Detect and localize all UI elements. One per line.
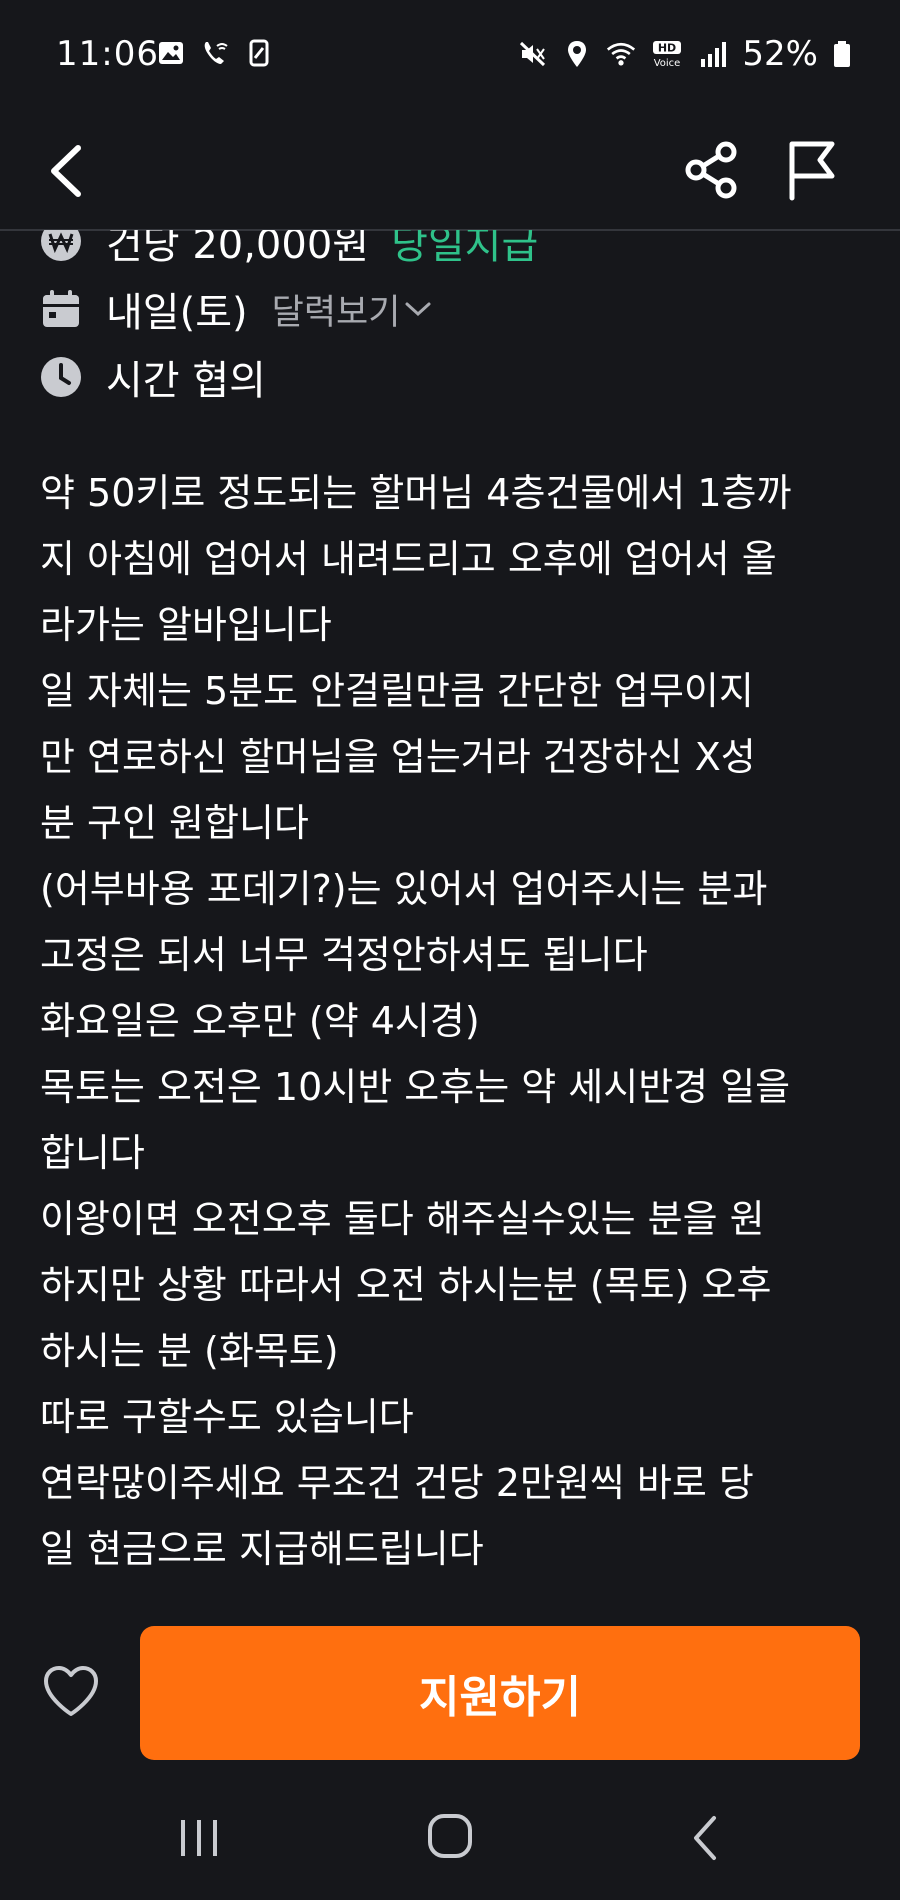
time-text: 시간 협의 — [106, 358, 266, 404]
description-line: 지 아침에 업어서 내려드리고 오후에 업어서 올 — [40, 537, 777, 581]
description-line: 일 현금으로 지급해드립니다 — [40, 1527, 484, 1571]
date-row: 내일(토) 달력보기 — [40, 280, 432, 338]
location-icon — [568, 41, 587, 67]
system-back-button[interactable] — [686, 1812, 726, 1864]
status-right: HD Voice 52% — [518, 34, 852, 74]
hd-voice-icon: HD Voice — [653, 41, 682, 69]
bottom-action-bar: 지원하기 — [0, 1610, 900, 1760]
description-line: 고정은 되서 너무 걱정안하셔도 됩니다 — [40, 933, 648, 977]
system-back-icon — [694, 1816, 716, 1860]
status-left-icons — [156, 38, 274, 68]
heart-icon — [44, 1666, 98, 1716]
recents-button[interactable] — [176, 1814, 222, 1862]
signal-icon — [701, 42, 727, 67]
mute-icon — [520, 41, 546, 67]
sim-icon — [249, 39, 269, 67]
date-text: 내일(토) — [106, 290, 248, 336]
calendar-link[interactable]: 달력보기 — [272, 284, 433, 335]
home-button[interactable] — [424, 1810, 476, 1862]
calendar-icon — [40, 288, 82, 330]
back-arrow-icon — [51, 145, 81, 197]
battery-percent: 52% — [742, 34, 818, 74]
apply-button[interactable]: 지원하기 — [140, 1626, 860, 1760]
time-row: 시간 협의 — [40, 348, 266, 406]
recents-icon — [181, 1820, 217, 1856]
clock-icon — [40, 356, 82, 398]
battery-icon — [834, 41, 850, 67]
hd-voice-top: HD — [658, 42, 676, 55]
back-button[interactable] — [40, 136, 96, 206]
app-bar — [0, 110, 900, 230]
status-bar: 11:06 HD Voice 52% — [0, 0, 900, 110]
hd-voice-bottom: Voice — [654, 58, 681, 69]
description-line: 라가는 알바입니다 — [40, 603, 332, 647]
report-button[interactable] — [780, 134, 844, 206]
description-line: 연락많이주세요 무조건 건당 2만원씩 바로 당 — [40, 1461, 754, 1505]
description-line: 합니다 — [40, 1131, 145, 1175]
description-line: 분 구인 원합니다 — [40, 801, 309, 845]
description-line: 일 자체는 5분도 안걸릴만큼 간단한 업무이지 — [40, 669, 754, 713]
share-icon — [685, 141, 737, 199]
description-line: (어부바용 포데기?)는 있어서 업어주시는 분과 — [40, 867, 768, 911]
status-time: 11:06 — [56, 34, 159, 74]
like-button[interactable] — [40, 1660, 102, 1722]
calendar-link-label: 달력보기 — [271, 292, 401, 333]
wifi-call-icon — [204, 42, 228, 64]
chevron-down-icon — [405, 302, 431, 317]
wifi-icon — [607, 42, 636, 66]
description-line: 하지만 상황 따라서 오전 하시는분 (목토) 오후 — [40, 1263, 772, 1307]
description-line: 화요일은 오후만 (약 4시경) — [40, 999, 480, 1043]
description-line: 하시는 분 (화목토) — [40, 1329, 339, 1373]
description-line: 약 50키로 정도되는 할머님 4층건물에서 1층까 — [40, 471, 792, 515]
description-line: 목토는 오전은 10시반 오후는 약 세시반경 일을 — [40, 1065, 791, 1109]
description-line: 따로 구할수도 있습니다 — [40, 1395, 414, 1439]
job-description: 약 50키로 정도되는 할머님 4층건물에서 1층까 지 아침에 업어서 내려드… — [40, 460, 870, 1582]
share-button[interactable] — [680, 134, 744, 206]
image-icon — [159, 42, 183, 64]
description-line: 이왕이면 오전오후 둘다 해주실수있는 분을 원 — [40, 1197, 765, 1241]
flag-icon — [789, 141, 835, 201]
system-nav-bar — [0, 1790, 900, 1900]
home-icon — [428, 1814, 472, 1858]
description-line: 만 연로하신 할머님을 업는거라 건장하신 X성 — [40, 735, 756, 779]
